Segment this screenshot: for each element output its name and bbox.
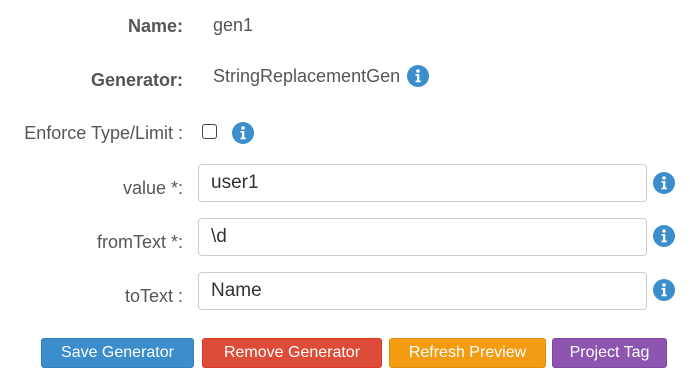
info-icon[interactable]: [232, 122, 254, 144]
totext-input[interactable]: [198, 272, 647, 310]
fromtext-label: fromText *:: [96, 232, 183, 252]
generator-value-wrap: StringReplacementGen: [213, 64, 430, 88]
enforce-label: Enforce Type/Limit :: [24, 123, 183, 143]
info-icon[interactable]: [653, 172, 675, 194]
project-tag-button[interactable]: Project Tag: [552, 338, 667, 368]
totext-label: toText :: [124, 286, 183, 306]
generator-label: Generator:: [90, 70, 183, 90]
generator-value: StringReplacementGen: [213, 66, 401, 86]
fromtext-input[interactable]: [198, 218, 647, 256]
value-label: value *:: [122, 178, 183, 198]
save-generator-button[interactable]: Save Generator: [41, 338, 194, 368]
info-icon[interactable]: [653, 225, 675, 247]
info-icon[interactable]: [653, 279, 675, 301]
remove-generator-button[interactable]: Remove Generator: [202, 338, 382, 368]
enforce-checkbox[interactable]: [202, 124, 217, 139]
info-icon[interactable]: [407, 64, 430, 87]
name-value: gen1: [213, 15, 254, 35]
refresh-preview-button[interactable]: Refresh Preview: [389, 338, 546, 368]
name-label: Name:: [127, 16, 183, 36]
generator-form: Name: gen1 Generator: StringReplacementG…: [0, 0, 690, 378]
value-input[interactable]: [198, 164, 647, 202]
